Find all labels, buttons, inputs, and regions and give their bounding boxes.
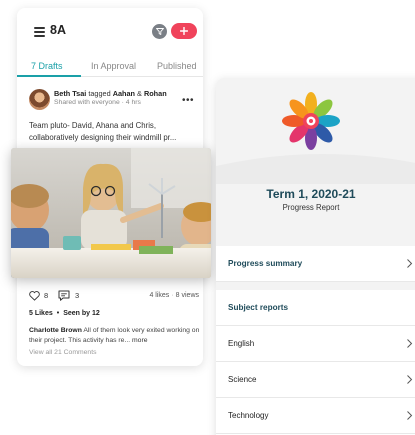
- comment-icon[interactable]: [58, 290, 70, 301]
- tab-published[interactable]: Published: [157, 61, 197, 71]
- hamburger-icon[interactable]: [34, 27, 45, 37]
- plus-icon: [180, 27, 188, 35]
- comment-more-link[interactable]: more: [132, 337, 148, 344]
- subject-label: Science: [228, 375, 257, 384]
- class-name[interactable]: 8A: [50, 23, 66, 37]
- post-photo[interactable]: [11, 148, 211, 278]
- tagged-student-1[interactable]: Aahan: [113, 89, 135, 98]
- filter-icon: [155, 28, 164, 35]
- post-text[interactable]: Team pluto- David, Ahana and Chris, coll…: [29, 120, 199, 144]
- add-post-button[interactable]: [171, 23, 197, 39]
- progress-summary-row[interactable]: Progress summary: [216, 246, 415, 282]
- progress-report-card: Term 1, 2020-21 Progress Report Progress…: [216, 78, 415, 435]
- tab-in-approval[interactable]: In Approval: [91, 61, 136, 71]
- feed-tabs: 7 Drafts In Approval Published: [17, 55, 203, 77]
- chevron-right-icon: [407, 339, 413, 348]
- subject-row-technology[interactable]: Technology: [216, 398, 415, 434]
- tagged-text: tagged: [88, 89, 111, 98]
- subject-row-english[interactable]: English: [216, 326, 415, 362]
- section-gap: [216, 282, 415, 290]
- subject-row-science[interactable]: Science: [216, 362, 415, 398]
- tagged-student-2[interactable]: Rohan: [144, 89, 167, 98]
- heart-icon[interactable]: [29, 291, 40, 301]
- post-author-line: Beth Tsai tagged Aahan & Rohan: [54, 89, 167, 98]
- seen-summary: 5 Likes • Seen by 12: [29, 310, 100, 317]
- likes-stat: 4 likes: [149, 292, 170, 299]
- tab-drafts[interactable]: 7 Drafts: [31, 61, 63, 71]
- latest-comment: Charlotte Brown All of them look very ex…: [29, 326, 201, 346]
- subject-label: English: [228, 339, 255, 348]
- subject-reports-label: Subject reports: [228, 303, 289, 312]
- like-count: 8: [44, 291, 49, 300]
- seen-by[interactable]: Seen by 12: [63, 310, 100, 317]
- chevron-right-icon: [407, 411, 413, 420]
- post-header: Beth Tsai tagged Aahan & Rohan Shared wi…: [17, 86, 203, 116]
- tag-separator: &: [137, 89, 142, 98]
- comment-count: 3: [75, 291, 80, 300]
- subject-reports-header: Subject reports: [216, 290, 415, 326]
- report-hero: Term 1, 2020-21 Progress Report: [216, 78, 415, 246]
- avatar[interactable]: [29, 89, 50, 110]
- post-meta: Shared with everyone · 4 hrs: [54, 99, 141, 106]
- report-title: Term 1, 2020-21: [266, 187, 356, 201]
- chevron-right-icon: [407, 259, 413, 268]
- seen-separator: •: [56, 310, 60, 317]
- chevron-right-icon: [407, 375, 413, 384]
- filter-button[interactable]: [152, 24, 167, 39]
- classroom-photo: [11, 148, 211, 278]
- view-all-comments-link[interactable]: View all 21 Comments: [29, 349, 97, 356]
- views-stat: 8 views: [175, 292, 199, 299]
- stats-separator: ·: [171, 292, 174, 299]
- likes-summary[interactable]: 5 Likes: [29, 310, 53, 317]
- reactions-bar: 8 3 4 likes · 8 views: [29, 290, 199, 304]
- active-tab-indicator: [17, 75, 81, 77]
- class-feed-card: 8A 7 Drafts In Approval Published Beth T…: [11, 8, 211, 366]
- likes-views-stats: 4 likes · 8 views: [149, 292, 199, 299]
- report-subtitle: Progress Report: [282, 203, 340, 212]
- progress-summary-label: Progress summary: [228, 259, 303, 268]
- more-icon[interactable]: •••: [182, 95, 194, 106]
- subject-label: Technology: [228, 411, 269, 420]
- post-author[interactable]: Beth Tsai: [54, 89, 86, 98]
- feed-header: 8A: [17, 8, 203, 54]
- comment-author[interactable]: Charlotte Brown: [29, 327, 82, 334]
- hero-wave: [216, 154, 415, 184]
